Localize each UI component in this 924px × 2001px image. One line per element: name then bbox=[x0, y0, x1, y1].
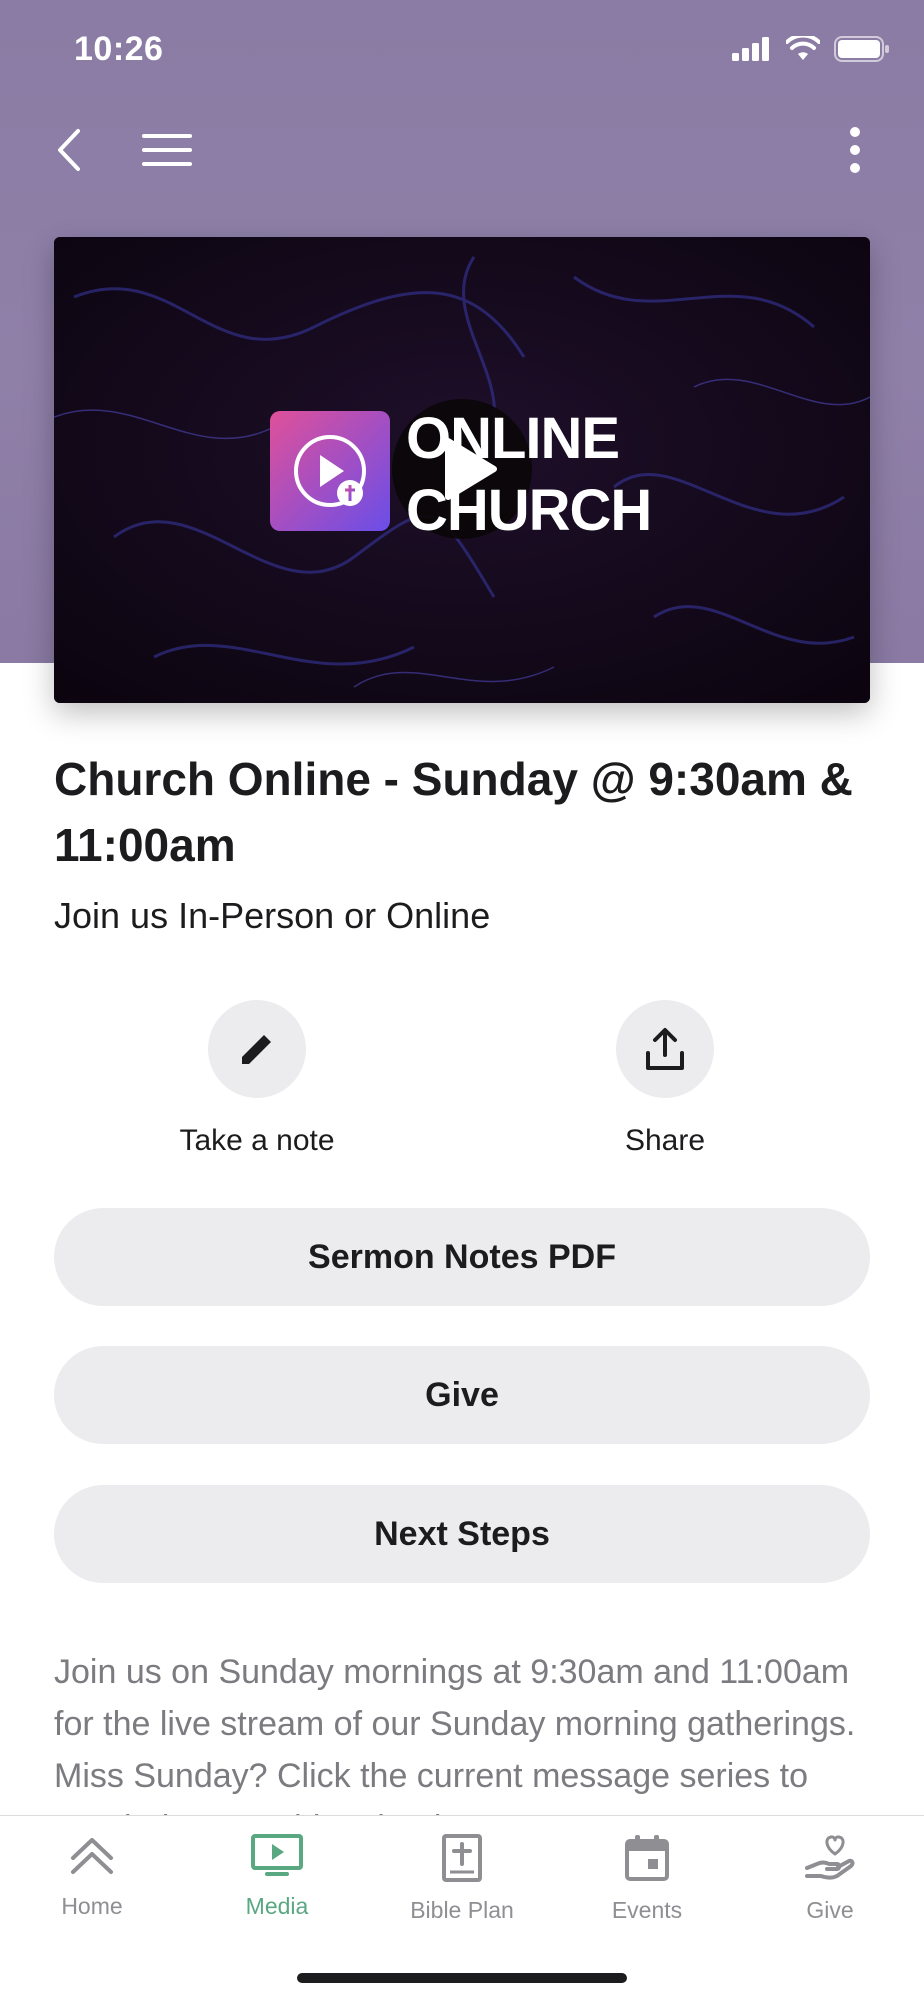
tv-play-icon bbox=[251, 1834, 303, 1876]
sermon-notes-pdf-button[interactable]: Sermon Notes PDF bbox=[54, 1208, 870, 1306]
tab-media[interactable]: Media bbox=[185, 1834, 369, 1920]
more-button[interactable] bbox=[820, 110, 890, 190]
vertical-ellipsis-icon bbox=[850, 127, 860, 173]
share-button[interactable]: Share bbox=[515, 1000, 815, 1158]
give-button[interactable]: Give bbox=[54, 1346, 870, 1444]
share-circle bbox=[616, 1000, 714, 1098]
tab-bible-plan-label: Bible Plan bbox=[410, 1897, 514, 1923]
tab-give[interactable]: Give bbox=[738, 1834, 922, 1924]
nav-bar bbox=[0, 110, 924, 190]
tab-events-label: Events bbox=[611, 1897, 683, 1923]
heart-hand-icon bbox=[805, 1835, 855, 1880]
signal-icon bbox=[732, 37, 769, 61]
next-steps-button[interactable]: Next Steps bbox=[54, 1485, 870, 1583]
status-bar: 10:26 bbox=[0, 0, 924, 100]
page-subtitle: Join us In-Person or Online bbox=[54, 895, 491, 936]
take-note-circle bbox=[208, 1000, 306, 1098]
back-button[interactable] bbox=[34, 110, 104, 190]
take-note-button[interactable]: Take a note bbox=[107, 1000, 407, 1158]
home-indicator[interactable] bbox=[297, 1973, 627, 1983]
take-note-label: Take a note bbox=[179, 1124, 335, 1157]
chevrons-up-icon bbox=[71, 1838, 113, 1874]
share-icon bbox=[646, 1028, 684, 1070]
tab-bible-plan[interactable]: Bible Plan bbox=[370, 1834, 554, 1924]
hamburger-icon bbox=[142, 134, 192, 166]
wifi-icon bbox=[786, 36, 820, 60]
calendar-icon bbox=[625, 1835, 669, 1881]
page-title: Church Online - Sunday @ 9:30am & 11:00a… bbox=[54, 753, 853, 871]
status-icons bbox=[732, 36, 890, 62]
bible-icon bbox=[442, 1834, 482, 1882]
menu-button[interactable] bbox=[132, 110, 202, 190]
battery-icon bbox=[834, 36, 889, 62]
tab-give-label: Give bbox=[806, 1897, 854, 1923]
video-player[interactable]: ONLINE CHURCH bbox=[54, 237, 870, 703]
share-label: Share bbox=[624, 1124, 706, 1157]
tab-events[interactable]: Events bbox=[555, 1834, 739, 1924]
status-time: 10:26 bbox=[74, 30, 164, 68]
pencil-icon bbox=[242, 1032, 274, 1064]
chevron-left-icon bbox=[58, 129, 80, 171]
tab-home-label: Home bbox=[61, 1893, 123, 1919]
play-icon[interactable] bbox=[440, 437, 500, 501]
tab-media-label: Media bbox=[245, 1893, 309, 1919]
tab-home[interactable]: Home bbox=[0, 1834, 184, 1920]
